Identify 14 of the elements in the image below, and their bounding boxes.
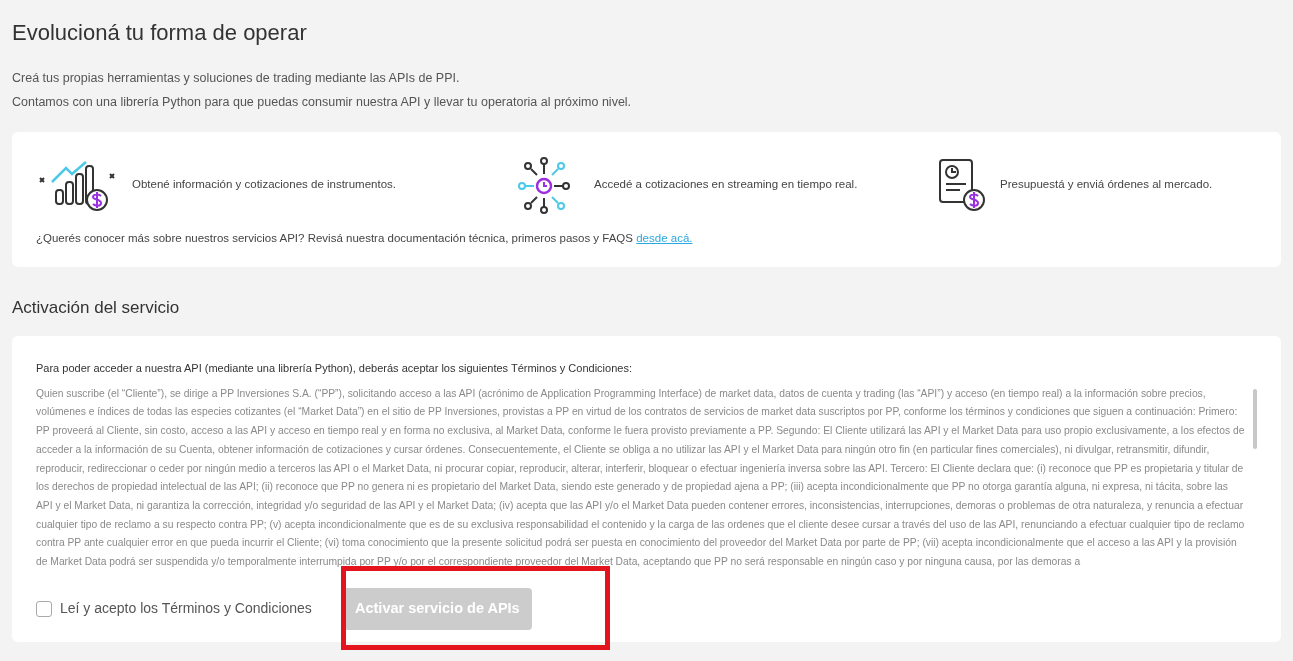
scrollbar[interactable] — [1253, 388, 1257, 449]
docs-text: ¿Querés conocer más sobre nuestros servicios API? Revisá nuestra documentación técnica, primeros pasos y FAQS — [36, 231, 633, 244]
page-title: Evolucioná tu forma de operar — [12, 19, 307, 47]
feature-text: Presupuestá y enviá órdenes al mercado. — [1000, 176, 1213, 192]
terms-text: Quien suscribe (el “Cliente”), se dirige a PP Inversiones S.A. (“PP”), solicitando acceso a las API (acrónimo de Application Programming Interface) de market data, datos de cuenta y trading (las “API”) y acceso (en tiempo real) a la información sobre precios, volúmenes e índices de todas las especies cotizantes (el “Market Data”) en el sitio de PP Inversiones, provistas a PP en virtud de los contratos de servicios de market data suscriptos por PP, conforme los términos y condiciones que siguen a continuación: Primero: PP proveerá al Cliente, sin costo, acceso a las API y acceso en tiempo real y en forma no exclusiva, al Market Data, conforme le fuera provisto previamente a PP. Segundo: El Cliente utilizará las API y el Market Data para uso propio exclusivamente, a los efectos de acceder a la información de su Cuenta, obtener información de cotizaciones y cursar órdenes. Consecuentemente, el Cliente se obliga a no utilizar las API y el Market Data para ningún otro fin (en particular fines comerciales), ni divulgar, retransmitir, difundir, reproducir, redireccionar o ceder por ningún medio a terceros las API o el Market Data, ni procurar copiar, reproducir, alterar, interferir, bloquear o efectuar ingeniería inversa sobre las API. Tercero: El Cliente declara que: (i) reconoce que PP es propietaria y titular de los derechos de propiedad intelectual de las API; (ii) reconoce que PP no genera ni es propietario del Market Data, siendo este generado y de propiedad ajena a PP; (iii) acepta incondicionalmente que PP no otorga garantía alguna, ni expresa, ni tácita, sobre las API y el Market Data, ni garantiza la corrección, integridad y/o seguridad de las API y el Market Data; (iv) acepta que las API y/o el Market Data pueden contener errores, inconsistencias, interrupciones, demoras o problemas de otra naturaleza, y renuncia a efectuar cualquier tipo de reclamo a su respecto contra PP; (v) acepta incondicionalmente que es de su exclusiva responsabilidad el contenido y la carga de las ordenes que el cliente desee cursar a través del uso de las API, renunciando a efectuar cualquier tipo de reclamo contra PP ante cualquier error en que pueda incurrir el Cliente; (vi) toma conocimiento que la presente solicitud podrá ser puesta en conocimiento del proveedor del Market Data por parte de PP; (vii) acepta incondicionalmente que el acceso a las API y la provisión de Market Data podrá ser suspendida y/o temporalmente interrumpida por PP y/o por el correspondiente proveedor del Market Data, aceptando que PP no será responsable en ningún caso y por ninguna causa, por las demoras a — [36, 386, 1245, 570]
section-heading: Activación del servicio — [12, 296, 180, 319]
accept-checkbox[interactable] — [36, 600, 52, 617]
feature-text: Accedé a cotizaciones en streaming en tiempo real. — [594, 176, 858, 192]
docs-link[interactable]: desde acá. — [636, 231, 693, 244]
feature-text: Obtené información y cotizaciones de instrumentos. — [132, 176, 396, 192]
checkbox-label: Leí y acepto los Términos y Condiciones — [60, 599, 312, 619]
intro-line: Creá tus propias herramientas y soluciones de trading mediante las APIs de PPI. — [12, 70, 460, 87]
terms-intro: Para poder acceder a nuestra API (mediante una librería Python), deberás aceptar los siguientes Términos y Condiciones: — [36, 361, 633, 377]
intro-line: Contamos con una librería Python para que puedas consumir nuestra API y llevar tu operatoria al próximo nivel. — [12, 93, 632, 111]
